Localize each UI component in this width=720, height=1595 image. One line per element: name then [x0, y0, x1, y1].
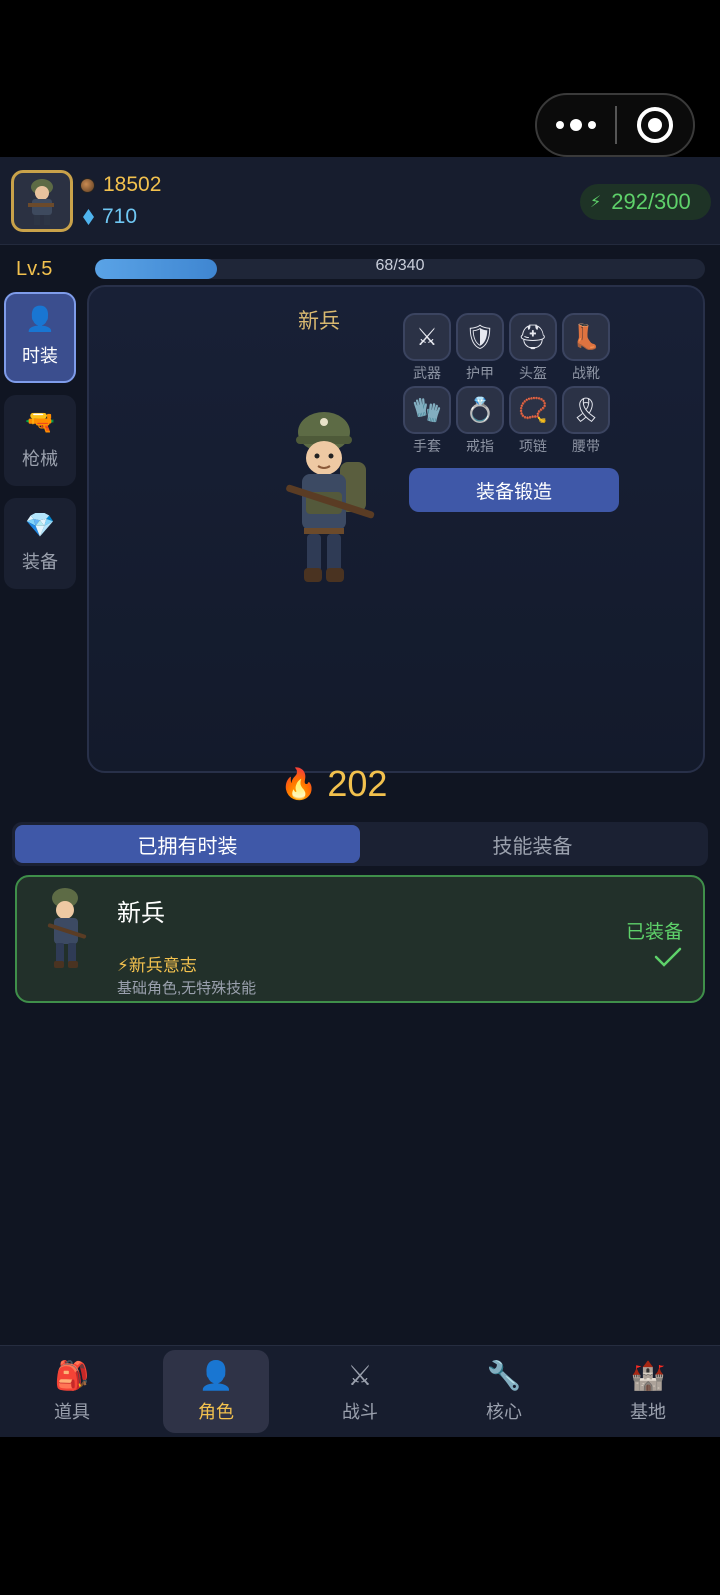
character-panel: 新兵 ⚔ 🛡 ⛑ 👢 武器 护甲 头盔 战靴 🧤 💍 📿 🎗 手套 戒指 项链 … [87, 285, 705, 773]
soldier-thumbnail-icon [47, 888, 87, 968]
more-dot [556, 121, 564, 129]
status-badge: 已装备 [625, 922, 683, 943]
xp-text: 68/340 [375, 257, 425, 274]
nav-item-label: 核心 [486, 1401, 522, 1422]
slot-label: 腰带 [572, 438, 600, 454]
equipment-slot-ring[interactable]: 💍 [456, 386, 504, 434]
sidebar-item-equipment[interactable]: 💎 装备 [4, 498, 76, 589]
skin-tabs: 已拥有时装 技能装备 [12, 822, 708, 866]
equipment-slot-gloves[interactable]: 🧤 [403, 386, 451, 434]
sidebar-item-label: 装备 [22, 551, 58, 572]
soldier-avatar-icon [28, 179, 54, 225]
nav-item-battle[interactable]: ⚔ 战斗 [288, 1346, 432, 1437]
bottom-navigation: 🎒 道具 👤 角色 ⚔ 战斗 🔧 核心 🏰 基地 [0, 1345, 720, 1437]
person-icon: 👤 [198, 1359, 234, 1391]
nav-item-label: 角色 [198, 1401, 234, 1422]
skill-description: 基础角色,无特殊技能 [117, 980, 257, 997]
skin-name: 新兵 [117, 900, 165, 927]
game-app: 18502 710 ⚡ 292/300 Lv.5 68/340 👤 时装 🔫 枪… [0, 157, 720, 1437]
more-options-button[interactable] [537, 95, 615, 155]
sidebar-item-label: 枪械 [22, 448, 58, 469]
target-icon [636, 107, 673, 143]
gold-amount: 18502 [103, 173, 162, 196]
gun-icon: 🔫 [25, 408, 55, 436]
system-status-area [0, 0, 720, 157]
nav-item-base[interactable]: 🏰 基地 [576, 1346, 720, 1437]
player-level: Lv.5 [16, 258, 53, 280]
slot-label: 手套 [413, 438, 441, 454]
nav-item-core[interactable]: 🔧 核心 [432, 1346, 576, 1437]
slot-label: 护甲 [466, 365, 494, 381]
sidebar-item-guns[interactable]: 🔫 枪械 [4, 395, 76, 486]
checkmark-icon [654, 947, 682, 967]
slot-label: 战靴 [572, 365, 600, 381]
tab-owned-skins[interactable]: 已拥有时装 [15, 825, 360, 863]
lightning-icon: ⚡ [590, 194, 602, 211]
mini-program-capsule [535, 93, 695, 157]
gem-amount: 710 [102, 205, 138, 228]
equipment-slot-belt[interactable]: 🎗 [562, 386, 610, 434]
slot-label: 头盔 [519, 365, 547, 381]
ribbon-icon: 🎗 [570, 396, 602, 424]
coin-icon [80, 177, 95, 193]
tab-skill-equipment[interactable]: 技能装备 [360, 825, 705, 863]
close-mini-program-button[interactable] [617, 95, 693, 155]
nav-item-label: 基地 [630, 1401, 666, 1422]
more-dot [588, 121, 596, 129]
castle-icon: 🏰 [630, 1359, 666, 1391]
backpack-icon: 🎒 [54, 1359, 90, 1391]
gold-counter: 18502 [80, 173, 161, 197]
bottom-bezel [0, 1437, 720, 1595]
diamond-icon: 💎 [25, 511, 55, 539]
equipment-slot-helmet[interactable]: ⛑ [509, 313, 557, 361]
slot-label: 项链 [519, 438, 547, 454]
energy-amount: 292/300 [611, 189, 691, 214]
swords-icon: ⚔ [416, 323, 438, 351]
boot-icon: 👢 [571, 323, 601, 351]
nav-item-label: 道具 [54, 1401, 90, 1422]
combat-power-value: 202 [327, 763, 388, 804]
energy-counter[interactable]: ⚡ 292/300 [580, 184, 711, 220]
nav-item-character[interactable]: 👤 角色 [144, 1346, 288, 1437]
more-dot [570, 119, 582, 131]
helmet-icon: ⛑ [517, 323, 549, 351]
equipment-slot-armor[interactable]: 🛡 [456, 313, 504, 361]
equipment-slot-necklace[interactable]: 📿 [509, 386, 557, 434]
ring-icon: 💍 [465, 396, 495, 424]
equipment-forge-button[interactable]: 装备锻造 [409, 468, 619, 512]
skill-name: ⚡新兵意志 [117, 956, 197, 975]
swords-icon: ⚔ [347, 1359, 373, 1391]
shield-icon: 🛡 [464, 323, 496, 351]
resource-header: 18502 710 ⚡ 292/300 [0, 157, 720, 245]
nav-item-items[interactable]: 🎒 道具 [0, 1346, 144, 1437]
glove-icon: 🧤 [412, 396, 442, 424]
fire-icon: 🔥 [280, 767, 318, 801]
soldier-character-image [286, 412, 375, 582]
necklace-icon: 📿 [518, 396, 548, 424]
sidebar-item-fashion[interactable]: 👤 时装 [4, 292, 76, 383]
slot-label: 戒指 [466, 438, 494, 454]
slot-label: 武器 [413, 365, 441, 381]
list-item[interactable]: 新兵 ⚡新兵意志 基础角色,无特殊技能 已装备 [15, 875, 705, 1003]
wrench-icon: 🔧 [486, 1359, 522, 1391]
equipment-slot-weapon[interactable]: ⚔ [403, 313, 451, 361]
gem-counter: 710 [80, 205, 137, 229]
gem-icon [83, 209, 94, 225]
sidebar-item-label: 时装 [22, 345, 58, 366]
nav-item-label: 战斗 [342, 1401, 378, 1422]
person-icon: 👤 [25, 305, 55, 333]
equipment-slot-boots[interactable]: 👢 [562, 313, 610, 361]
combat-power: 🔥 202 [280, 763, 387, 805]
avatar[interactable] [11, 170, 73, 232]
